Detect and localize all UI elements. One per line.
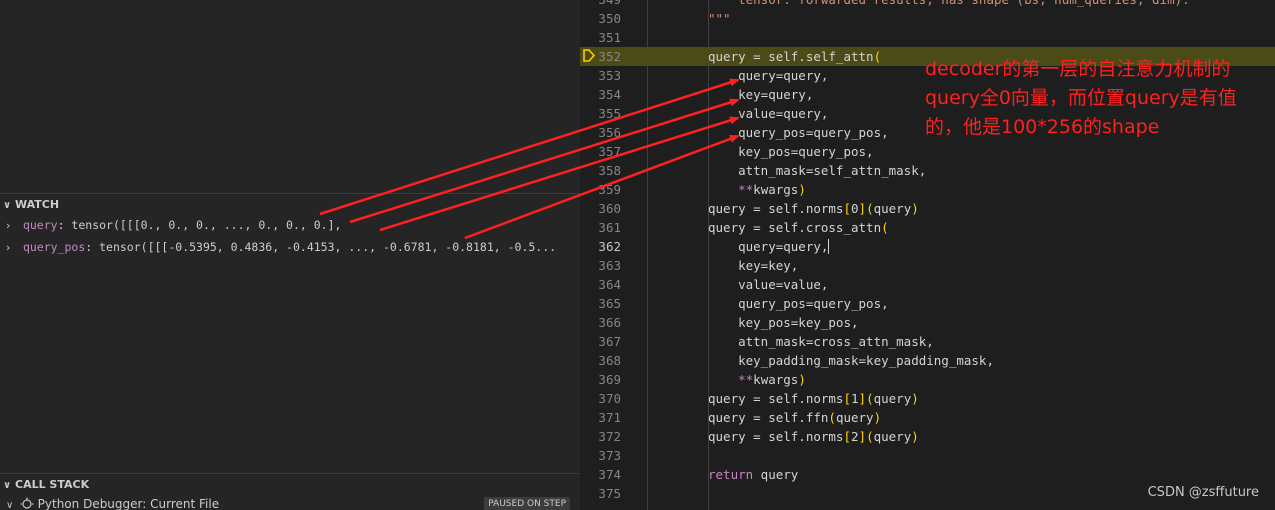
code-line[interactable]: 362 query=query, [580, 237, 1275, 256]
code-line[interactable]: 371 query = self.ffn(query) [580, 408, 1275, 427]
code-text: query = self.norms[0](query) [708, 201, 919, 216]
code-line[interactable]: 372 query = self.norms[2](query) [580, 427, 1275, 446]
code-text: query = self.norms[1](query) [708, 391, 919, 406]
line-number[interactable]: 357 [580, 142, 621, 161]
code-text: key=key, [708, 258, 799, 273]
code-text: **kwargs) [738, 372, 806, 387]
code-line[interactable]: 368 key_padding_mask=key_padding_mask, [580, 351, 1275, 370]
line-number[interactable]: 355 [580, 104, 621, 123]
code-text: **kwargs) [738, 182, 806, 197]
code-line[interactable]: 373 [580, 446, 1275, 465]
call-stack-session[interactable]: ∨ Python Debugger: Current File PAUSED O… [0, 494, 580, 510]
code-line[interactable]: 366 key_pos=key_pos, [580, 313, 1275, 332]
line-number[interactable]: 364 [580, 275, 621, 294]
chevron-down-icon: ∨ [6, 500, 14, 510]
line-number[interactable]: 351 [580, 28, 621, 47]
line-number[interactable]: 354 [580, 85, 621, 104]
line-number[interactable]: 371 [580, 408, 621, 427]
line-number[interactable]: 367 [580, 332, 621, 351]
annotation-text: decoder的第一层的自注意力机制的 query全0向量，而位置query是有… [925, 55, 1270, 142]
code-text: tensor: forwarded results, has shape (bs… [708, 0, 1190, 9]
code-line[interactable]: 349 tensor: forwarded results, has shape… [580, 0, 1275, 9]
code-text: query = self.self_attn( [708, 49, 882, 64]
annotation-line: decoder的第一层的自注意力机制的 [925, 58, 1231, 80]
debug-session-icon [20, 497, 34, 509]
line-number[interactable]: 366 [580, 313, 621, 332]
watch-item-name: query_pos [22, 240, 86, 254]
code-line[interactable]: 367 attn_mask=cross_attn_mask, [580, 332, 1275, 351]
annotation-line: query全0向量，而位置query是有值 [925, 87, 1237, 109]
line-number[interactable]: 359 [580, 180, 621, 199]
chevron-down-icon: ∨ [3, 200, 12, 211]
code-line[interactable]: 357 key_pos=query_pos, [580, 142, 1275, 161]
watch-item-value: tensor([[[0., 0., 0., ..., 0., 0., 0.], [71, 218, 342, 232]
line-number[interactable]: 372 [580, 427, 621, 446]
chevron-right-icon[interactable]: › [6, 237, 16, 258]
code-text: query = self.ffn(query) [708, 410, 882, 425]
code-text: query_pos=query_pos, [708, 125, 889, 140]
session-name: Python Debugger: Current File [37, 497, 220, 510]
line-number[interactable]: 353 [580, 66, 621, 85]
code-text: return query [708, 467, 799, 482]
code-line[interactable]: 363 key=key, [580, 256, 1275, 275]
line-number[interactable]: 375 [580, 484, 621, 503]
breakpoint-arrow-icon[interactable] [583, 49, 595, 62]
line-number[interactable]: 361 [580, 218, 621, 237]
code-text: attn_mask=cross_attn_mask, [708, 334, 934, 349]
code-text: query=query, [708, 239, 830, 254]
code-text: value=query, [708, 106, 829, 121]
line-number[interactable]: 365 [580, 294, 621, 313]
code-text: query = self.cross_attn( [708, 220, 889, 235]
code-line[interactable]: 351 [580, 28, 1275, 47]
line-number[interactable]: 373 [580, 446, 621, 465]
code-line[interactable]: 361 query = self.cross_attn( [580, 218, 1275, 237]
code-text: key_padding_mask=key_padding_mask, [708, 353, 994, 368]
code-text: query=query, [708, 68, 829, 83]
line-number[interactable]: 363 [580, 256, 621, 275]
code-line[interactable]: 370 query = self.norms[1](query) [580, 389, 1275, 408]
code-text: value=value, [708, 277, 829, 292]
chevron-right-icon[interactable]: › [6, 215, 16, 236]
code-text: key=query, [708, 87, 814, 102]
line-number[interactable]: 358 [580, 161, 621, 180]
debug-sidebar: ∨ WATCH › query: tensor([[[0., 0., 0., ..… [0, 0, 580, 510]
watch-section-header[interactable]: ∨ WATCH [0, 193, 580, 215]
line-number[interactable]: 370 [580, 389, 621, 408]
code-line[interactable]: 350 """ [580, 9, 1275, 28]
call-stack-section-header[interactable]: ∨ CALL STACK [0, 473, 580, 495]
code-text: key_pos=key_pos, [708, 315, 859, 330]
line-number[interactable]: 362 [580, 237, 621, 256]
code-line[interactable]: 358 attn_mask=self_attn_mask, [580, 161, 1275, 180]
line-number[interactable]: 356 [580, 123, 621, 142]
line-number[interactable]: 360 [580, 199, 621, 218]
watch-header-label: WATCH [15, 198, 60, 211]
call-stack-header-label: CALL STACK [15, 478, 90, 491]
line-number[interactable]: 369 [580, 370, 621, 389]
code-text: """ [708, 11, 731, 26]
code-line[interactable]: 360 query = self.norms[0](query) [580, 199, 1275, 218]
watch-item-name: query [22, 218, 58, 232]
line-number[interactable]: 349 [580, 0, 621, 9]
code-line[interactable]: 365 query_pos=query_pos, [580, 294, 1275, 313]
code-line[interactable]: 364 value=value, [580, 275, 1275, 294]
line-number[interactable]: 374 [580, 465, 621, 484]
watch-item-query[interactable]: › query: tensor([[[0., 0., 0., ..., 0., … [0, 215, 580, 236]
watch-item-value: tensor([[[-0.5395, 0.4836, -0.4153, ...,… [99, 240, 557, 254]
annotation-line: 的，他是100*256的shape [925, 116, 1160, 138]
code-text: query = self.norms[2](query) [708, 429, 919, 444]
status-badge: PAUSED ON STEP [484, 497, 570, 510]
code-text: key_pos=query_pos, [708, 144, 874, 159]
code-line[interactable]: 374 return query [580, 465, 1275, 484]
code-line[interactable]: 359 **kwargs) [580, 180, 1275, 199]
line-number[interactable]: 368 [580, 351, 621, 370]
code-line[interactable]: 369 **kwargs) [580, 370, 1275, 389]
line-number[interactable]: 350 [580, 9, 621, 28]
watch-item-query-pos[interactable]: › query_pos: tensor([[[-0.5395, 0.4836, … [0, 237, 580, 258]
watermark: CSDN @zsffuture [1147, 485, 1259, 500]
code-text: query_pos=query_pos, [708, 296, 889, 311]
code-text: attn_mask=self_attn_mask, [708, 163, 927, 178]
